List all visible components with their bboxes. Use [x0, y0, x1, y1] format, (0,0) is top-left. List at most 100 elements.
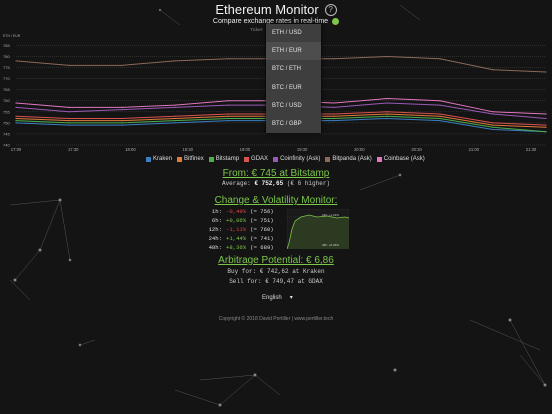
volatility-row: 24h: +1,44% (≈ 741) [208, 234, 274, 243]
x-tick-label: 18:30 [182, 147, 193, 152]
data-point [492, 128, 494, 131]
data-point [386, 55, 388, 58]
question-circle-icon[interactable]: ? [324, 3, 337, 16]
data-point [386, 97, 388, 100]
y-tick-label: 780 [3, 54, 10, 59]
chart-legend: Kraken Bitfinex Bitstamp GDAX Coinfinity (As… [146, 156, 425, 162]
data-point [386, 115, 388, 117]
legend-label: Coinbase (Ask) [383, 156, 425, 162]
data-point [545, 126, 547, 128]
data-point [333, 113, 335, 115]
x-tick-label: 19:30 [297, 147, 308, 152]
data-point [439, 58, 441, 60]
legend-item[interactable]: Bitstamp [208, 156, 239, 162]
arbitrage-sell: Sell for: € 749,47 at GDAX [229, 278, 323, 285]
data-point [68, 106, 70, 108]
volatility-change: -1,11% [226, 226, 247, 233]
data-point [333, 58, 335, 60]
volatility-period: 48h: [208, 244, 222, 251]
volatility-period: 6h: [211, 217, 222, 224]
arbitrage-link[interactable]: Arbitrage Potential: € 6,86 [218, 255, 334, 266]
data-point [492, 113, 494, 115]
volatility-change: -0,49% [226, 208, 247, 215]
data-point [174, 104, 176, 106]
y-tick-label: 740 [3, 143, 10, 148]
ticker-option[interactable]: BTC / USD [266, 97, 321, 115]
data-point [492, 69, 494, 71]
y-tick-label: 755 [3, 109, 10, 114]
ticker-option[interactable]: ETH / EUR [266, 42, 321, 61]
legend-item[interactable]: Coinbase (Ask) [376, 156, 425, 162]
ticker-option[interactable]: BTC / GBP [266, 115, 321, 133]
data-point [15, 115, 17, 117]
data-point [333, 115, 335, 117]
legend-item[interactable]: GDAX [244, 156, 268, 162]
data-point [174, 115, 176, 117]
data-point [227, 58, 229, 60]
y-tick-label: 765 [3, 87, 10, 92]
average-diff: (€ 6 higher) [286, 180, 331, 187]
x-tick-label: 18:00 [125, 147, 136, 152]
data-point [68, 117, 70, 120]
legend-swatch [325, 156, 331, 162]
data-point [545, 117, 547, 120]
ticker-option[interactable]: BTC / EUR [266, 79, 321, 97]
data-point [227, 115, 229, 117]
legend-item[interactable]: Bitpanda (Ask) [325, 156, 372, 162]
data-point [68, 111, 70, 113]
volatility-link[interactable]: Change & Volatility Monitor: [215, 195, 338, 206]
data-point [174, 117, 176, 120]
data-point [333, 102, 335, 104]
data-point [121, 106, 123, 108]
legend-item[interactable]: Bitfinex [177, 156, 204, 162]
volatility-period: 24h: [208, 235, 222, 242]
x-tick-label: 20:00 [354, 147, 365, 152]
data-point [492, 124, 494, 126]
data-point [174, 106, 176, 108]
legend-item[interactable]: Coinfinity (Ask) [273, 156, 320, 162]
ticker-label: Ticker: [250, 27, 264, 32]
data-point [121, 117, 123, 120]
data-point [492, 111, 494, 113]
volatility-row: 6h: +0,06% (≈ 751) [208, 216, 274, 225]
arbitrage-title: Arbitrage Potential: € 6,86 [0, 255, 552, 266]
ticker-option[interactable]: BTC / ETH [266, 60, 321, 78]
legend-swatch [273, 156, 279, 162]
data-point [174, 120, 176, 122]
page-title: Ethereum Monitor [215, 2, 319, 17]
volatility-ref: (≈ 741) [250, 235, 274, 242]
y-tick-label: 785 [3, 43, 10, 48]
data-point [545, 113, 547, 115]
data-point [333, 106, 335, 108]
best-price-title: From: € 745 at Bitstamp [0, 168, 552, 179]
data-point [121, 122, 123, 124]
legend-label: GDAX [251, 156, 269, 162]
legend-swatch [244, 156, 250, 162]
legend-swatch [146, 156, 151, 162]
volatility-period: 12h: [208, 226, 222, 233]
volatility-ref: (≈ 751) [250, 217, 274, 224]
mini-label-top: 24h: +1,44% [322, 213, 339, 217]
footer: Copyright © 2018 David Pertiller | www.p… [0, 316, 552, 322]
best-price-link[interactable]: From: € 745 at Bitstamp [223, 168, 330, 179]
data-point [68, 64, 70, 66]
data-point [386, 113, 388, 115]
ticker-option[interactable]: ETH / USD [266, 24, 321, 42]
live-status-icon [332, 18, 340, 25]
x-tick-label: 21:00 [469, 147, 480, 152]
data-point [121, 108, 123, 111]
data-point [492, 126, 494, 128]
data-point [545, 124, 547, 126]
y-tick-label: 750 [3, 120, 10, 125]
legend-label: Coinfinity (Ask) [280, 156, 321, 162]
ticker-dropdown[interactable]: ETH / USD ETH / EUR BTC / ETH BTC / EUR BTC … [266, 24, 321, 134]
data-point [227, 104, 229, 106]
legend-swatch [208, 156, 214, 162]
language-value: English [262, 294, 282, 301]
arbitrage-buy: Buy for: € 742,62 at Kraken [227, 268, 325, 275]
y-tick-label: 775 [3, 65, 10, 70]
legend-item[interactable]: Kraken [146, 156, 172, 162]
volatility-period: 1h: [211, 208, 222, 215]
language-select[interactable]: English ▾ [262, 294, 293, 302]
data-point [174, 122, 176, 124]
